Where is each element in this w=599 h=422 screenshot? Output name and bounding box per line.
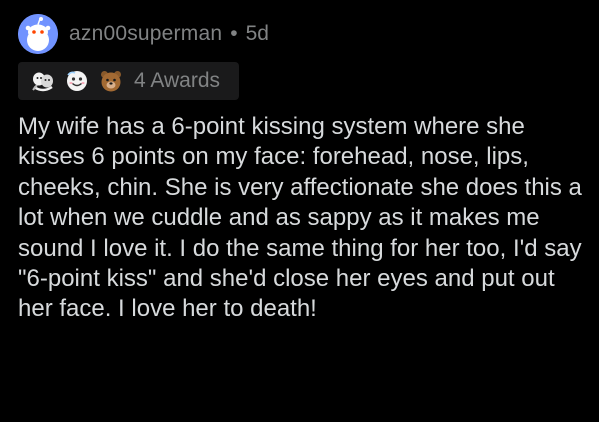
comment-age[interactable]: 5d [246, 22, 269, 46]
comment: azn00superman • 5d 4 Awards My wife has … [0, 0, 599, 422]
username-link[interactable]: azn00superman [69, 22, 222, 46]
bear-award-icon [98, 68, 124, 94]
avatar[interactable] [18, 14, 58, 54]
wholesome-award-icon [64, 68, 90, 94]
snoo-avatar-icon [18, 14, 58, 54]
hugz-award-icon [30, 68, 56, 94]
meta-separator: • [230, 22, 238, 45]
awards-bar[interactable]: 4 Awards [18, 62, 239, 100]
comment-body: My wife has a 6-point kissing system whe… [18, 113, 582, 323]
comment-header: azn00superman • 5d [18, 14, 269, 54]
awards-count-label: 4 Awards [134, 69, 220, 92]
